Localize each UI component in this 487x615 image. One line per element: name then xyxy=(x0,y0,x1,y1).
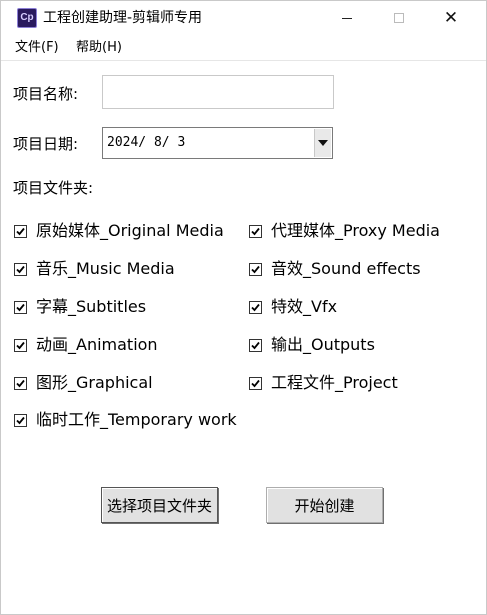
checkbox-label: 输出_Outputs xyxy=(271,335,375,354)
checkbox-label: 音效_Sound effects xyxy=(271,259,421,278)
checkbox-box[interactable] xyxy=(14,262,27,276)
app-icon: Cp xyxy=(17,8,37,28)
checkbox-box[interactable] xyxy=(14,224,27,238)
checkmark-icon xyxy=(16,379,25,387)
checkbox-sound-effects[interactable]: 音效_Sound effects xyxy=(249,258,421,280)
minimize-icon xyxy=(342,17,352,19)
checkbox-label: 工程文件_Project xyxy=(271,373,398,392)
menu-help[interactable]: 帮助(H) xyxy=(76,39,122,57)
maximize-button[interactable] xyxy=(373,1,425,35)
checkmark-icon xyxy=(16,341,25,349)
checkbox-box[interactable] xyxy=(249,224,262,238)
checkbox-music-media[interactable]: 音乐_Music Media xyxy=(14,258,175,280)
checkmark-icon xyxy=(251,379,260,387)
project-date-value: 2024/ 8/ 3 xyxy=(107,135,186,150)
checkbox-original-media[interactable]: 原始媒体_Original Media xyxy=(14,220,224,242)
chevron-down-icon xyxy=(318,140,328,146)
checkbox-label: 代理媒体_Proxy Media xyxy=(271,221,440,240)
checkbox-box[interactable] xyxy=(249,376,262,390)
checkmark-icon xyxy=(251,265,260,273)
checkmark-icon xyxy=(16,416,25,424)
checkmark-icon xyxy=(16,265,25,273)
project-date-label: 项目日期: xyxy=(13,135,79,153)
checkbox-temporary-work[interactable]: 临时工作_Temporary work xyxy=(14,409,237,431)
close-icon: ✕ xyxy=(443,7,459,28)
checkbox-label: 特效_Vfx xyxy=(271,297,338,316)
project-folders-label: 项目文件夹: xyxy=(13,179,94,197)
project-name-input[interactable] xyxy=(102,75,334,109)
checkbox-box[interactable] xyxy=(14,338,27,352)
checkbox-project[interactable]: 工程文件_Project xyxy=(249,372,398,394)
checkbox-label: 字幕_Subtitles xyxy=(36,297,147,316)
checkbox-box[interactable] xyxy=(14,376,27,390)
checkmark-icon xyxy=(16,303,25,311)
checkbox-label: 原始媒体_Original Media xyxy=(36,221,224,240)
checkmark-icon xyxy=(251,227,260,235)
window-title: 工程创建助理-剪辑师专用 xyxy=(43,10,203,26)
checkbox-box[interactable] xyxy=(249,338,262,352)
checkmark-icon xyxy=(16,227,25,235)
checkbox-animation[interactable]: 动画_Animation xyxy=(14,334,158,356)
date-dropdown-button[interactable] xyxy=(314,129,331,157)
project-date-picker[interactable]: 2024/ 8/ 3 xyxy=(102,127,333,159)
close-button[interactable]: ✕ xyxy=(425,1,477,35)
checkbox-box[interactable] xyxy=(249,262,262,276)
app-window: Cp 工程创建助理-剪辑师专用 ✕ 文件(F) 帮助(H) 项目名称: 项目日期… xyxy=(0,0,487,615)
checkmark-icon xyxy=(251,341,260,349)
menu-file[interactable]: 文件(F) xyxy=(15,39,59,57)
minimize-button[interactable] xyxy=(321,1,373,35)
checkbox-outputs[interactable]: 输出_Outputs xyxy=(249,334,375,356)
checkbox-label: 音乐_Music Media xyxy=(36,259,175,278)
checkmark-icon xyxy=(251,303,260,311)
select-folder-button[interactable]: 选择项目文件夹 xyxy=(101,487,218,523)
checkbox-label: 动画_Animation xyxy=(36,335,158,354)
checkbox-box[interactable] xyxy=(14,413,27,427)
maximize-icon xyxy=(394,13,404,23)
start-create-button[interactable]: 开始创建 xyxy=(266,487,383,523)
menu-bar: 文件(F) 帮助(H) xyxy=(1,35,486,61)
checkbox-graphical[interactable]: 图形_Graphical xyxy=(14,372,153,394)
checkbox-proxy-media[interactable]: 代理媒体_Proxy Media xyxy=(249,220,440,242)
project-name-label: 项目名称: xyxy=(13,85,79,103)
checkbox-label: 图形_Graphical xyxy=(36,373,153,392)
checkbox-box[interactable] xyxy=(249,300,262,314)
checkbox-box[interactable] xyxy=(14,300,27,314)
checkbox-vfx[interactable]: 特效_Vfx xyxy=(249,296,337,318)
title-bar[interactable]: Cp 工程创建助理-剪辑师专用 ✕ xyxy=(1,1,486,35)
checkbox-subtitles[interactable]: 字幕_Subtitles xyxy=(14,296,146,318)
checkbox-label: 临时工作_Temporary work xyxy=(36,410,237,429)
